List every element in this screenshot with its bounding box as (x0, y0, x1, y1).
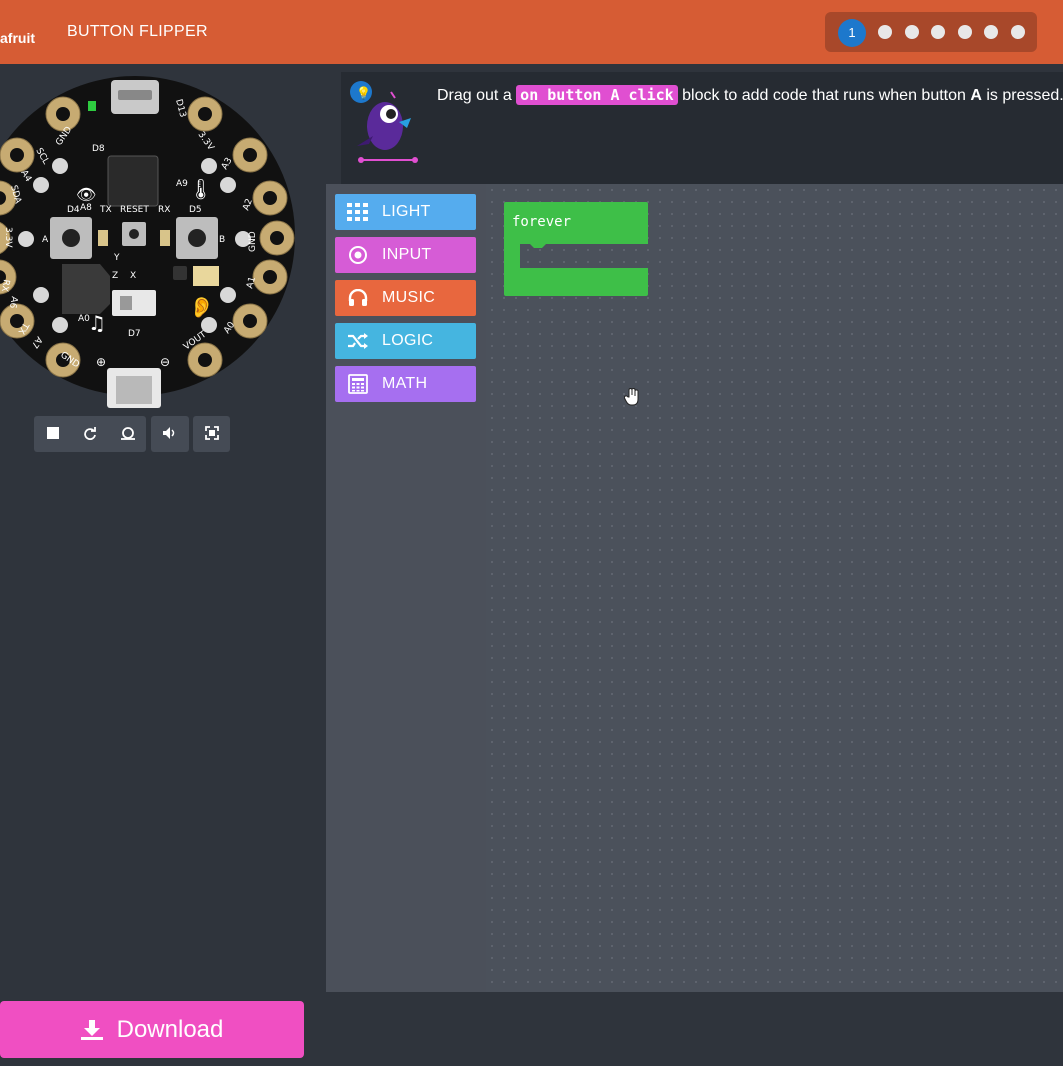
label-z-axis: Z (112, 271, 118, 281)
label-d8: D8 (92, 144, 105, 154)
blocks-toolbox: LIGHT INPUT MUSIC LOGIC MATH (326, 184, 486, 992)
category-label: LOGIC (382, 332, 434, 349)
top-header: afruit BUTTON FLIPPER 1 (0, 0, 1063, 64)
target-icon (347, 245, 369, 265)
grid-icon (347, 203, 369, 221)
stop-icon[interactable] (46, 426, 60, 443)
instruction-prefix: Drag out a (437, 87, 512, 104)
instruction-suffix: is pressed. (986, 87, 1063, 104)
label-reset: RESET (120, 205, 149, 215)
category-music[interactable]: MUSIC (335, 280, 476, 316)
music-note-icon: ♫ (88, 311, 106, 335)
step-3[interactable] (905, 25, 919, 39)
label-a8: A8 (80, 203, 92, 213)
hand-cursor-icon (623, 387, 640, 411)
tutorial-title: BUTTON FLIPPER (67, 23, 208, 40)
restart-icon[interactable] (83, 426, 97, 443)
microcontroller-chip (107, 155, 159, 207)
tutorial-mascot-icon: 💡 (350, 81, 418, 163)
category-label: LIGHT (382, 203, 431, 220)
eye-icon: 👁 (76, 185, 96, 204)
shuffle-icon (347, 332, 369, 350)
category-label: MATH (382, 375, 428, 392)
label-a6: A6 (7, 295, 19, 309)
svg-text:⊕: ⊕ (96, 355, 106, 369)
step-5[interactable] (958, 25, 972, 39)
speaker (62, 264, 110, 314)
circuit-playground-board[interactable]: 🌡 👁 👂 ♫ GND D8 D13 3.3V SCL A4 A3 A9 A8 … (0, 74, 326, 409)
instruction-middle: block to add code that runs when button (682, 87, 966, 104)
fullscreen-button[interactable] (193, 416, 230, 452)
label-a9: A9 (176, 179, 188, 189)
download-icon (80, 1019, 103, 1040)
instruction-bold: A (970, 87, 982, 104)
instruction-text: Drag out a on button A click block to ad… (437, 85, 1063, 105)
slow-motion-icon[interactable] (120, 426, 136, 443)
download-button[interactable]: Download (0, 1001, 304, 1058)
label-tx: TX (99, 205, 112, 215)
step-7[interactable] (1011, 25, 1025, 39)
simulator-panel: 🌡 👁 👂 ♫ GND D8 D13 3.3V SCL A4 A3 A9 A8 … (0, 64, 326, 992)
label-a0: A0 (78, 314, 90, 324)
category-label: INPUT (382, 246, 432, 263)
step-2[interactable] (878, 25, 892, 39)
label-button-a: A (42, 235, 49, 245)
category-input[interactable]: INPUT (335, 237, 476, 273)
light-sensor (193, 266, 219, 286)
label-x-axis: X (130, 271, 136, 281)
download-label: Download (116, 1015, 224, 1043)
forever-label: forever (512, 214, 572, 230)
label-3v3-left: 3.3V (3, 227, 13, 248)
category-label: MUSIC (382, 289, 436, 306)
label-rx: RX (158, 205, 170, 215)
category-math[interactable]: MATH (335, 366, 476, 402)
code-workspace[interactable]: forever (486, 184, 1063, 992)
category-light[interactable]: LIGHT (335, 194, 476, 230)
step-6[interactable] (984, 25, 998, 39)
step-4[interactable] (931, 25, 945, 39)
code-block-chip: on button A click (516, 85, 678, 105)
label-y-axis: Y (113, 253, 120, 263)
label-d5: D5 (189, 205, 202, 215)
category-logic[interactable]: LOGIC (335, 323, 476, 359)
ear-icon: 👂 (189, 295, 214, 319)
brand-logo[interactable]: afruit (0, 30, 35, 46)
forever-block[interactable]: forever (504, 202, 648, 296)
tutorial-instruction: 💡 Drag out a on button A click block to … (341, 72, 1063, 184)
label-button-b: B (219, 235, 225, 245)
speaker-icon (162, 426, 178, 443)
tutorial-step-indicator: 1 (825, 12, 1037, 52)
svg-text:💡: 💡 (356, 86, 371, 100)
step-1[interactable]: 1 (838, 19, 866, 47)
label-d7: D7 (128, 329, 141, 339)
calculator-icon (347, 374, 369, 394)
fullscreen-icon (204, 425, 219, 443)
label-d4: D4 (67, 205, 80, 215)
simulator-playback-group (34, 416, 146, 452)
mute-button[interactable] (151, 416, 189, 452)
headphones-icon (347, 289, 369, 307)
label-gnd-right: GND (248, 231, 258, 252)
label-rx-left: RX (0, 278, 11, 292)
slide-switch[interactable] (112, 290, 156, 316)
thermometer-icon: 🌡 (188, 177, 213, 201)
svg-text:⊖: ⊖ (160, 355, 170, 369)
